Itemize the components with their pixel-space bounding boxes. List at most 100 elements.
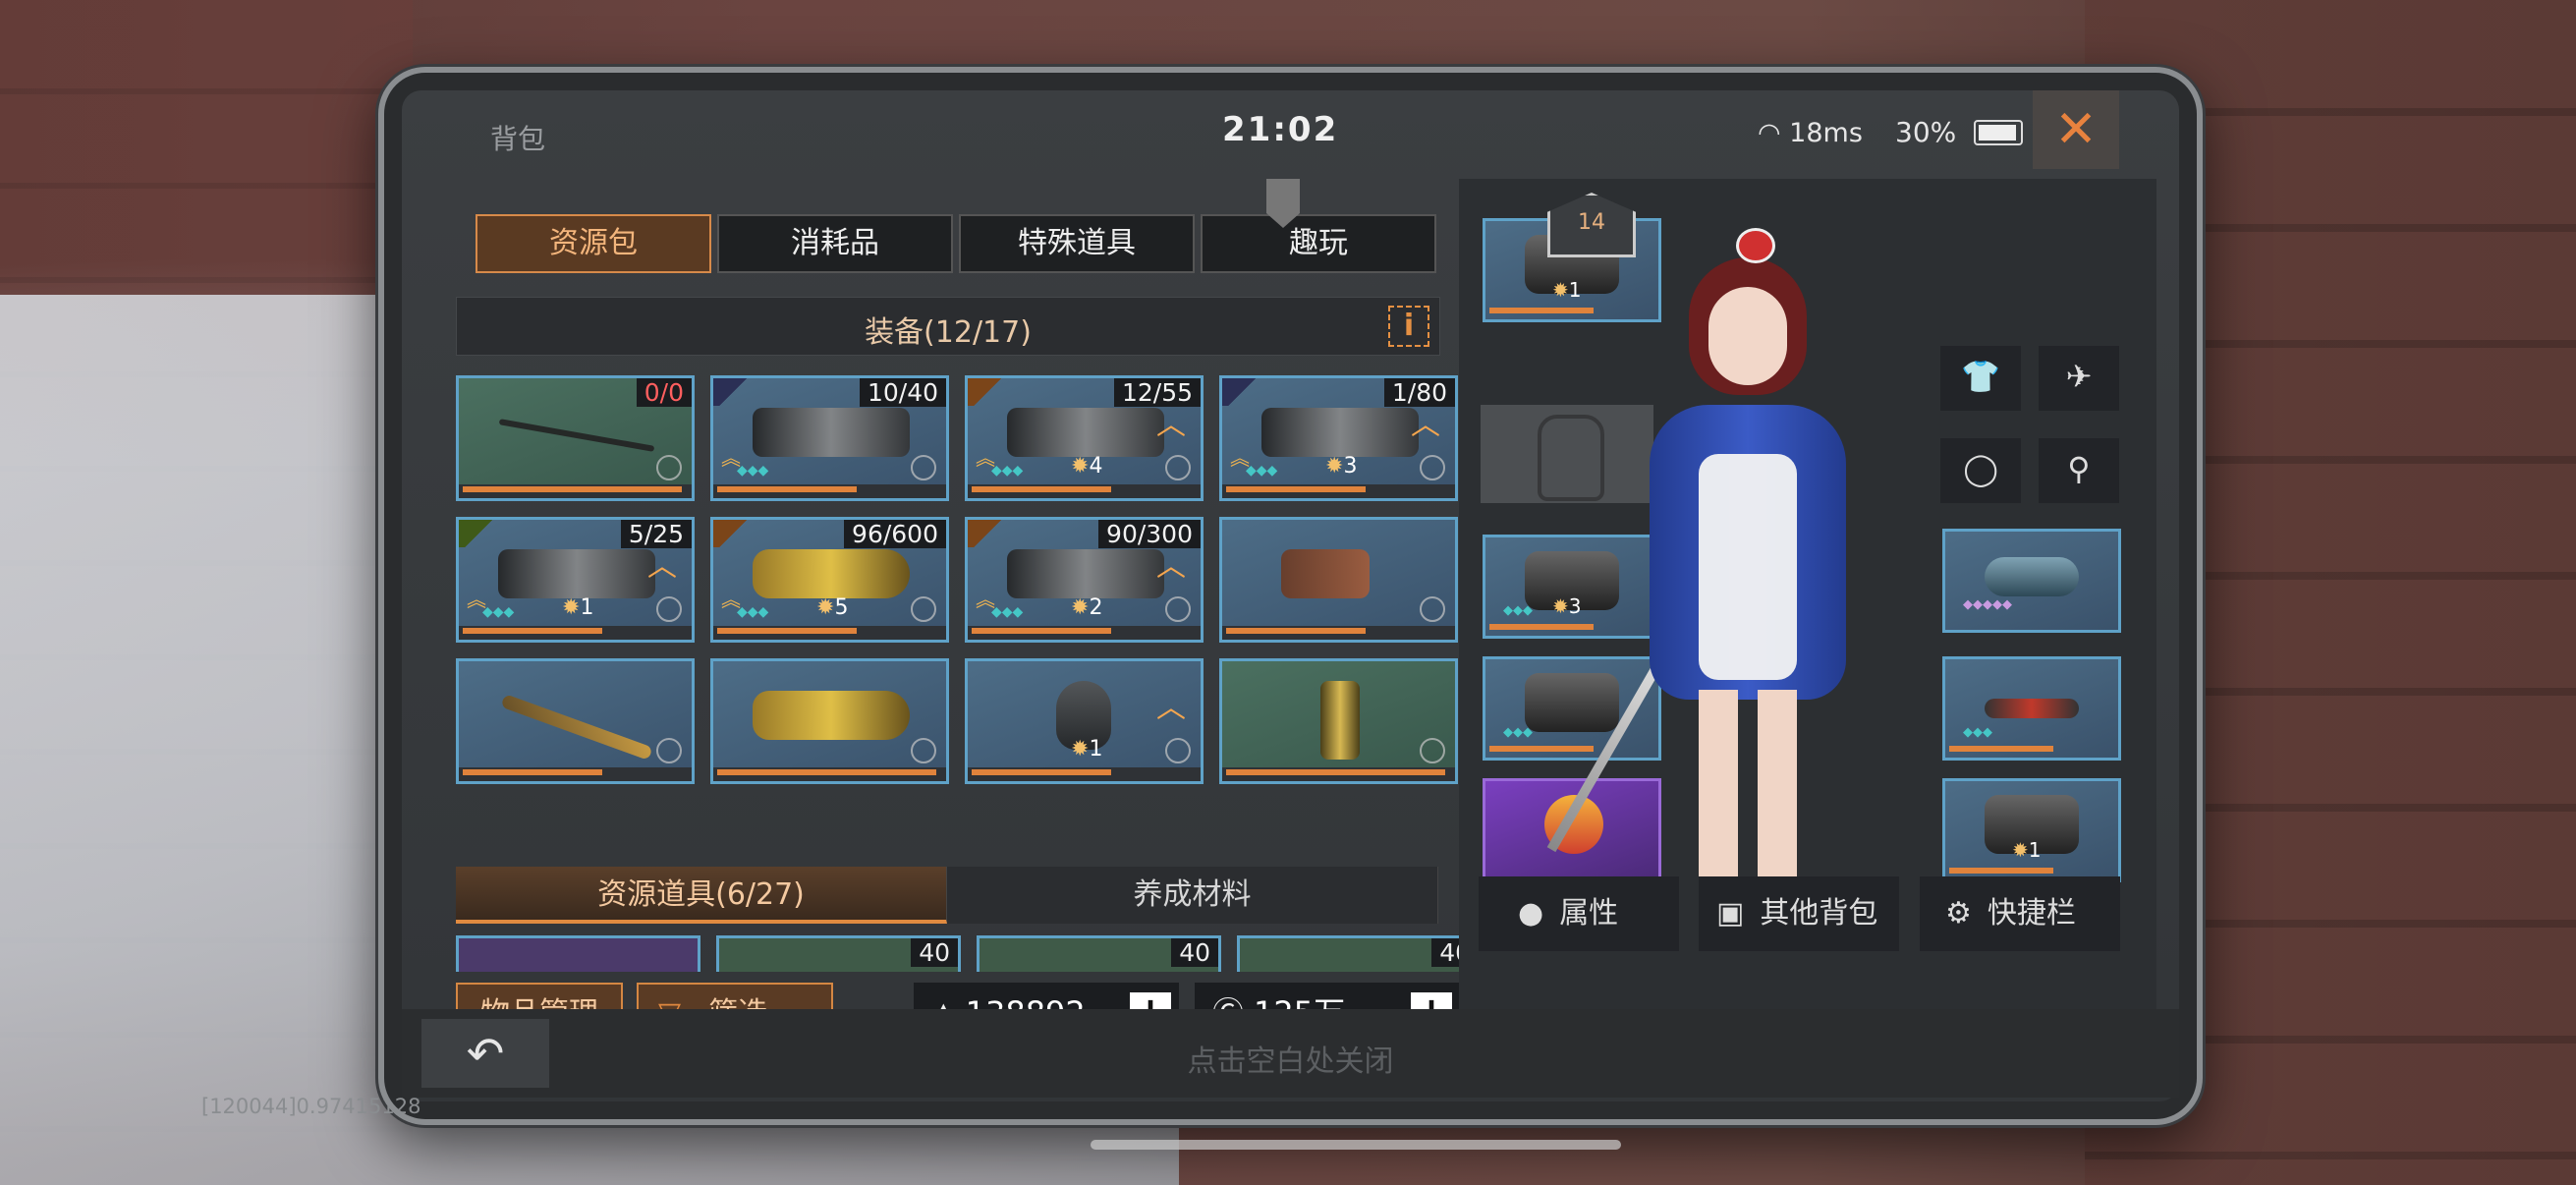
star-level: ✹5 bbox=[816, 595, 849, 620]
slot-bracelet[interactable]: ◆◆◆◆◆ bbox=[1942, 529, 2121, 633]
resource-item[interactable]: 40 bbox=[977, 935, 1221, 972]
durability-bar bbox=[972, 769, 1112, 775]
star-level: ✹3 bbox=[1325, 454, 1358, 479]
assault-rifle-icon bbox=[1007, 408, 1164, 457]
item-camo-rifle[interactable]: 96/600 ︽ ◆◆◆ ✹5 bbox=[710, 517, 949, 643]
swap-icon bbox=[1420, 455, 1445, 480]
item-axe[interactable] bbox=[1219, 517, 1458, 643]
mod-dots: ◆◆◆ bbox=[991, 604, 1024, 620]
other-bags-button[interactable]: ▣ 其他背包 bbox=[1699, 876, 1899, 951]
mod-dots: ◆◆◆ bbox=[482, 604, 515, 620]
mod-dots: ◆◆◆ bbox=[1963, 725, 1992, 740]
equipment-section-header: 装备(12/17) i bbox=[456, 297, 1440, 356]
resource-item[interactable] bbox=[456, 935, 700, 972]
item-count: 12/55 bbox=[1113, 378, 1201, 407]
tab-consumables[interactable]: 消耗品 bbox=[717, 214, 953, 273]
clock: 21:02 bbox=[1222, 110, 1339, 149]
info-icon[interactable]: i bbox=[1388, 306, 1429, 347]
item-generator[interactable] bbox=[1219, 658, 1458, 784]
swap-icon bbox=[1420, 596, 1445, 622]
crown-icon bbox=[1736, 228, 1775, 263]
shortcut-bar-button[interactable]: ⚙ 快捷栏 bbox=[1920, 876, 2120, 951]
crossbow-icon bbox=[1261, 408, 1419, 457]
category-tabs: 资源包 消耗品 特殊道具 趣玩 bbox=[476, 214, 1436, 273]
shirt-icon: 👕 bbox=[1961, 358, 2000, 395]
durability-bar bbox=[463, 486, 682, 492]
item-count: 90/300 bbox=[1098, 520, 1201, 548]
upgrade-chevron-icon: ︿ bbox=[647, 549, 677, 584]
jet-ski-icon bbox=[753, 691, 910, 740]
item-smg[interactable]: 90/300 ︿ ︽ ◆◆◆ ✹2 bbox=[965, 517, 1204, 643]
swap-icon bbox=[1165, 596, 1191, 622]
item-crossbow[interactable]: 1/80 ︿ ︽ ◆◆◆ ✹3 bbox=[1219, 375, 1458, 501]
tab-fun[interactable]: 趣玩 bbox=[1201, 214, 1436, 273]
durability-bar bbox=[717, 628, 858, 634]
star-level: ✹2 bbox=[1071, 595, 1103, 620]
upgrade-chevron-icon: ︿ bbox=[1156, 408, 1186, 442]
gear-icon: ⚙ bbox=[1945, 896, 1972, 931]
item-jet-ski[interactable] bbox=[710, 658, 949, 784]
swap-icon bbox=[911, 455, 936, 480]
item-pickaxe[interactable] bbox=[456, 658, 695, 784]
swap-icon bbox=[1165, 455, 1191, 480]
durability-bar bbox=[1489, 308, 1594, 313]
tab-resource-items[interactable]: 资源道具(6/27) bbox=[456, 867, 947, 924]
item-count: 10/40 bbox=[859, 378, 946, 407]
durability-bar bbox=[1489, 746, 1594, 752]
durability-bar bbox=[1949, 746, 2053, 752]
sniper-rifle-icon bbox=[753, 408, 910, 457]
slot-drone[interactable]: ✈ bbox=[2039, 346, 2119, 411]
resource-item[interactable]: 40 bbox=[716, 935, 961, 972]
tab-special-items[interactable]: 特殊道具 bbox=[959, 214, 1195, 273]
slot-chainsaw[interactable]: ◆◆◆ bbox=[1942, 656, 2121, 761]
latency-value: 18ms bbox=[1789, 118, 1863, 148]
swap-icon bbox=[656, 455, 682, 480]
star-level: ✹1 bbox=[1552, 278, 1582, 302]
durability-bar bbox=[1226, 486, 1367, 492]
swap-icon bbox=[656, 596, 682, 622]
smg-icon bbox=[1007, 549, 1164, 598]
grade-tag-icon bbox=[713, 520, 747, 547]
swap-icon bbox=[656, 738, 682, 763]
item-fishing-rod[interactable]: 0/0 bbox=[456, 375, 695, 501]
resource-item-row: 40 40 40 bbox=[456, 935, 1482, 972]
upgrade-chevron-icon: ︿ bbox=[1411, 408, 1440, 442]
mod-dots: ◆◆◆◆◆ bbox=[1963, 597, 2012, 612]
character-model[interactable] bbox=[1546, 198, 1895, 876]
close-hint[interactable]: 点击空白处关闭 bbox=[402, 1037, 2179, 1080]
close-button[interactable]: ✕ bbox=[2033, 90, 2119, 169]
mod-dots: ◆◆◆ bbox=[737, 463, 769, 479]
tab-resource-pack[interactable]: 资源包 bbox=[476, 214, 711, 273]
bag-icon: ▣ bbox=[1716, 896, 1745, 931]
turret-icon: ⚲ bbox=[2067, 450, 2091, 487]
generator-icon bbox=[1320, 681, 1360, 760]
fishing-rod-icon bbox=[498, 419, 655, 452]
mod-dots: ◆◆◆ bbox=[1503, 725, 1533, 740]
item-count: 0/0 bbox=[636, 378, 692, 407]
home-indicator[interactable] bbox=[1091, 1140, 1621, 1150]
grade-tag-icon bbox=[713, 378, 747, 406]
item-sniper-rifle[interactable]: 10/40 ︽ ◆◆◆ bbox=[710, 375, 949, 501]
tab-materials[interactable]: 养成材料 bbox=[947, 867, 1438, 924]
attributes-button[interactable]: ● 属性 bbox=[1479, 876, 1679, 951]
slot-ring[interactable]: ◯ bbox=[1940, 438, 2021, 503]
battery-icon bbox=[1974, 120, 2023, 145]
durability-bar bbox=[1489, 624, 1594, 630]
ring-icon: ◯ bbox=[1963, 450, 1998, 487]
mod-dots: ◆◆◆ bbox=[737, 604, 769, 620]
star-level: ✹3 bbox=[1552, 594, 1582, 618]
grade-tag-icon bbox=[459, 520, 492, 547]
resource-item[interactable]: 40 bbox=[1237, 935, 1482, 972]
star-level: ✹1 bbox=[1071, 737, 1103, 762]
upgrade-chevron-icon: ︿ bbox=[1156, 549, 1186, 584]
slot-outfit[interactable]: 👕 bbox=[1940, 346, 2021, 411]
slot-back-helmet[interactable]: ✹1 bbox=[1942, 778, 2121, 882]
item-helmet[interactable]: ︿ ✹1 bbox=[965, 658, 1204, 784]
item-assault-rifle[interactable]: 12/55 ︿ ︽ ◆◆◆ ✹4 bbox=[965, 375, 1204, 501]
upgrade-chevron-icon: ︿ bbox=[1156, 691, 1186, 725]
inventory-panel: 资源包 消耗品 特殊道具 趣玩 装备(12/17) i 0/0 10/40 ︽ … bbox=[421, 179, 1482, 1063]
item-heavy-gun[interactable]: 5/25 ︿ ︽ ◆◆◆ ✹1 bbox=[456, 517, 695, 643]
mod-dots: ◆◆◆ bbox=[991, 463, 1024, 479]
durability-bar bbox=[972, 486, 1112, 492]
slot-turret[interactable]: ⚲ bbox=[2039, 438, 2119, 503]
